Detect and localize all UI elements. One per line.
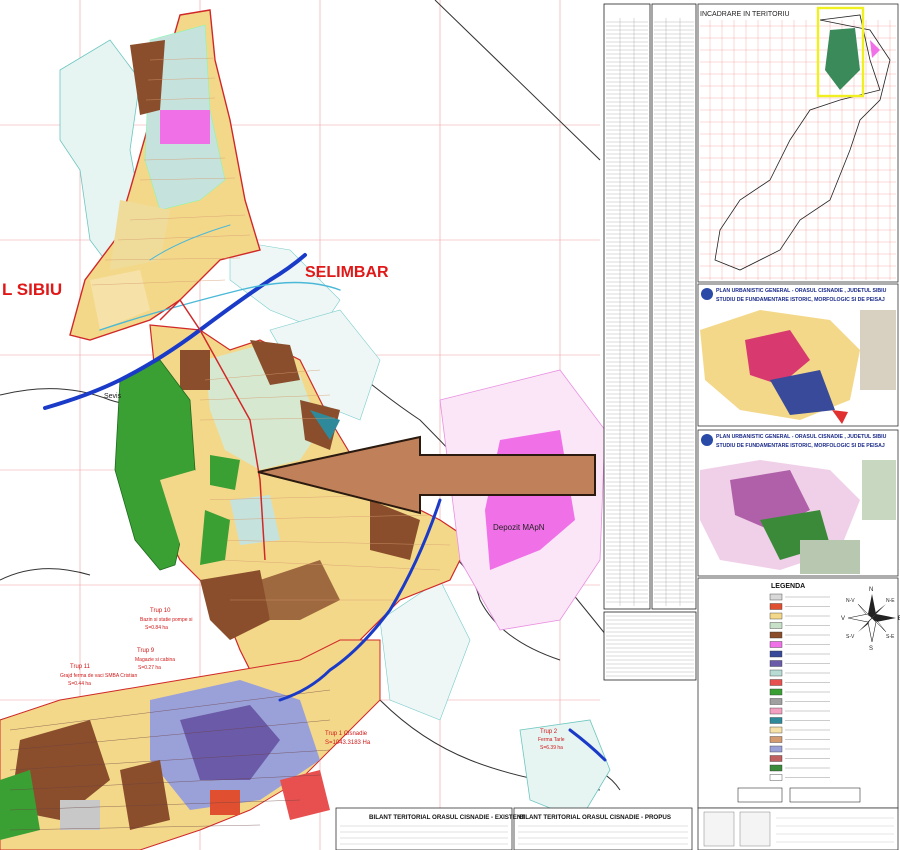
depozit-zone: Depozit MApN xyxy=(439,369,606,631)
legend-title: LEGENDA xyxy=(771,583,805,590)
study-panel-1-subtitle: STUDIU DE FUNDAMENTARE ISTORIC, MORFOLOG… xyxy=(716,297,885,303)
svg-text:S=1043.3183 Ha: S=1043.3183 Ha xyxy=(325,740,371,746)
inset-title: INCADRARE IN TERITORIU xyxy=(700,11,790,18)
svg-text:N-V: N-V xyxy=(846,598,855,604)
river-label: Sevis xyxy=(104,393,122,400)
svg-text:Bazin si statie pompe si: Bazin si statie pompe si xyxy=(140,617,193,623)
svg-text:Trup 11: Trup 11 xyxy=(70,664,91,670)
svg-text:Magazie si cabina: Magazie si cabina xyxy=(135,657,175,663)
svg-text:Ferma Tarle: Ferma Tarle xyxy=(538,737,565,743)
svg-text:S-V: S-V xyxy=(846,634,855,640)
depozit-label: Depozit MApN xyxy=(493,523,545,532)
svg-text:Trup 1 Cisnadie: Trup 1 Cisnadie xyxy=(325,731,368,737)
study-panel-1-title: PLAN URBANISTIC GENERAL - ORASUL CISNADI… xyxy=(716,288,887,294)
svg-text:S=0.84 ha: S=0.84 ha xyxy=(145,625,168,631)
study-panel-1: PLAN URBANISTIC GENERAL - ORASUL CISNADI… xyxy=(697,283,899,427)
bilant-propus-title: BILANT TERITORIAL ORASUL CISNADIE - PROP… xyxy=(519,814,671,821)
svg-text:S: S xyxy=(869,646,873,652)
county-crest-icon xyxy=(701,288,713,300)
sibiu-label: L SIBIU xyxy=(2,280,62,299)
svg-text:Trup 2: Trup 2 xyxy=(540,729,558,735)
cisnadie-town xyxy=(0,639,381,850)
map-sheet: Depozit MApN Sevis L SIBIU SELIMBAR Trup… xyxy=(0,0,900,850)
svg-text:V: V xyxy=(841,616,845,622)
svg-text:S=6.39 ha: S=6.39 ha xyxy=(540,745,563,751)
study-panel-2: PLAN URBANISTIC GENERAL - ORASUL CISNADI… xyxy=(697,429,899,577)
map-svg: Depozit MApN Sevis L SIBIU SELIMBAR Trup… xyxy=(0,0,900,850)
trup10-label: Trup 10 Bazin si statie pompe si S=0.84 … xyxy=(140,608,193,631)
study-panel-2-title: PLAN URBANISTIC GENERAL - ORASUL CISNADI… xyxy=(716,434,887,440)
selimbar-label: SELIMBAR xyxy=(305,264,389,281)
trup9-label: Trup 9 Magazie si cabina S=0.27 ha xyxy=(135,648,175,671)
bilant-existent-title: BILANT TERITORIAL ORASUL CISNADIE - EXIS… xyxy=(369,814,525,821)
svg-text:Trup 9: Trup 9 xyxy=(137,648,155,654)
svg-text:S=0.27 ha: S=0.27 ha xyxy=(138,665,161,671)
svg-text:Trup 10: Trup 10 xyxy=(150,608,171,614)
svg-text:N: N xyxy=(869,587,873,593)
bilant-tables: BILANT TERITORIAL ORASUL CISNADIE - EXIS… xyxy=(335,807,693,850)
svg-text:S=0.44 ha: S=0.44 ha xyxy=(68,681,91,687)
study-panel-2-subtitle: STUDIU DE FUNDAMENTARE ISTORIC, MORFOLOG… xyxy=(716,443,885,449)
svg-text:N-E: N-E xyxy=(886,598,895,604)
svg-text:S-E: S-E xyxy=(886,634,895,640)
svg-text:Grajd ferma de vaci SMBA Crist: Grajd ferma de vaci SMBA Cristian xyxy=(60,673,137,679)
legend-panel: LEGENDA xyxy=(697,577,899,809)
county-crest-icon xyxy=(701,434,713,446)
inset-map: INCADRARE IN TERITORIU xyxy=(697,3,899,283)
trup11-label: Trup 11 Grajd ferma de vaci SMBA Cristia… xyxy=(60,664,137,687)
